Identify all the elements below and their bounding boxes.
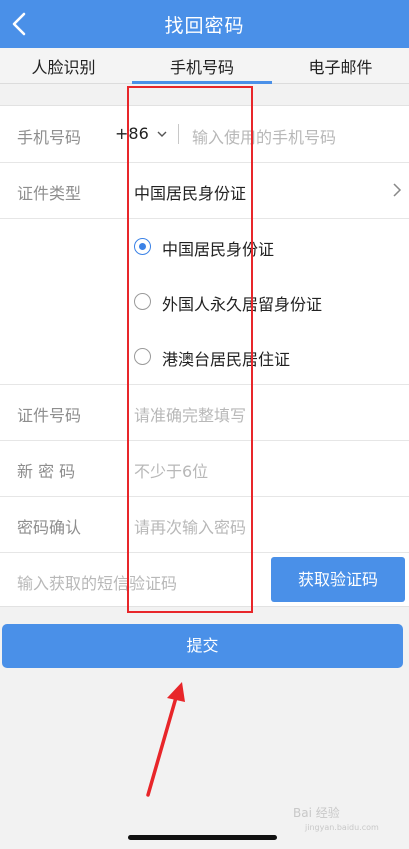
page-title: 找回密码 (164, 15, 245, 37)
divider (0, 552, 409, 553)
get-code-button[interactable]: 获取验证码 (271, 557, 405, 602)
recovery-form: 手机号码 +86 输入使用的手机号码 证件类型 中国居民身份证 中国居民身份证 … (0, 105, 409, 607)
tab-email[interactable]: 电子邮件 (272, 54, 409, 78)
app-header: 找回密码 (0, 0, 409, 48)
new-password-label: 新 密 码 (17, 462, 76, 481)
divider (0, 384, 409, 385)
tab-face-recognition[interactable]: 人脸识别 (0, 54, 127, 78)
id-number-input[interactable]: 请准确完整填写 (134, 402, 246, 426)
radio-option-1[interactable] (134, 238, 151, 255)
chevron-right-icon[interactable] (392, 182, 402, 198)
option-label-1[interactable]: 中国居民身份证 (162, 236, 274, 260)
country-code-value: +86 (115, 124, 149, 143)
active-tab-indicator (132, 81, 272, 84)
home-indicator[interactable] (128, 835, 277, 840)
divider (0, 496, 409, 497)
divider (0, 440, 409, 441)
radio-option-2[interactable] (134, 293, 151, 310)
divider (0, 218, 409, 219)
submit-button[interactable]: 提交 (2, 624, 403, 668)
tab-phone-number[interactable]: 手机号码 (132, 54, 272, 78)
tab-bar: 人脸识别 手机号码 电子邮件 (0, 48, 409, 84)
annotation-arrow-icon (146, 682, 185, 797)
watermark-url: jingyan.baidu.com (305, 823, 379, 832)
confirm-password-label: 密码确认 (17, 518, 82, 537)
option-label-2[interactable]: 外国人永久居留身份证 (162, 291, 322, 315)
sms-code-input[interactable]: 输入获取的短信验证码 (17, 570, 177, 594)
id-type-label: 证件类型 (17, 184, 82, 203)
country-code-select[interactable]: +86 (115, 124, 168, 143)
id-number-label: 证件号码 (17, 406, 82, 425)
option-label-3[interactable]: 港澳台居民居住证 (162, 346, 290, 370)
chevron-down-icon (157, 131, 167, 137)
watermark: Bai 经验 (293, 806, 340, 820)
divider (178, 124, 179, 144)
confirm-password-input[interactable]: 请再次输入密码 (134, 514, 246, 538)
new-password-input[interactable]: 不少于6位 (134, 458, 208, 482)
id-type-value[interactable]: 中国居民身份证 (134, 180, 246, 204)
radio-option-3[interactable] (134, 348, 151, 365)
phone-input[interactable]: 输入使用的手机号码 (192, 124, 336, 148)
phone-label: 手机号码 (17, 128, 82, 147)
divider (0, 162, 409, 163)
